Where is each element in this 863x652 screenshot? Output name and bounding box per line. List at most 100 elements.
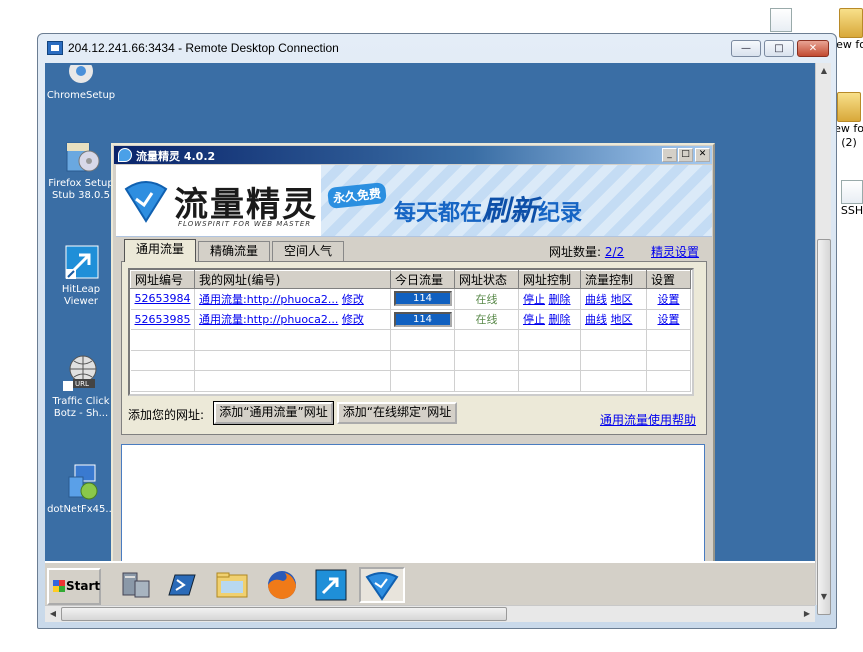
rdp-restore-button[interactable]: □ bbox=[764, 40, 794, 57]
url-id-link[interactable]: 52653984 bbox=[135, 292, 191, 305]
url-count: 网址数量: 2/2 bbox=[549, 243, 624, 260]
horizontal-scrollbar[interactable]: ◀ ▶ bbox=[45, 605, 815, 622]
desktop-icon-hitleap-viewer[interactable]: HitLeap Viewer bbox=[45, 241, 117, 308]
app-banner: 流量精灵 FLOWSPIRIT FOR WEB MASTER 永久免费 每天都在… bbox=[116, 165, 712, 237]
col-header-url[interactable]: 我的网址(编号) bbox=[194, 270, 391, 289]
taskbar-explorer[interactable] bbox=[209, 567, 255, 603]
taskbar-server-manager[interactable] bbox=[113, 567, 159, 603]
installer-computer-icon bbox=[61, 461, 101, 501]
banner-slogan-part-b: 纪录 bbox=[538, 201, 583, 226]
firefox-icon bbox=[268, 571, 296, 599]
app-title: 流量精灵 4.0.2 bbox=[136, 150, 216, 163]
curve-link[interactable]: 曲线 bbox=[585, 313, 607, 326]
host-desktop-icon-ssh[interactable]: SSH bbox=[840, 180, 863, 217]
col-header-url-control[interactable]: 网址控制 bbox=[518, 270, 581, 289]
help-link[interactable]: 通用流量使用帮助 bbox=[600, 411, 696, 428]
table-row-empty bbox=[130, 329, 691, 351]
folder-explorer-icon bbox=[216, 572, 248, 598]
tab-space-popularity[interactable]: 空间人气 bbox=[272, 241, 344, 261]
tab-general-traffic[interactable]: 通用流量 bbox=[124, 239, 196, 262]
taskbar-firefox[interactable] bbox=[259, 567, 305, 603]
edit-link[interactable]: 修改 bbox=[342, 293, 364, 306]
desktop-icon-firefox-setup[interactable]: Firefox Setup Stub 38.0.5 bbox=[45, 135, 117, 202]
rdp-close-button[interactable]: ✕ bbox=[797, 40, 829, 57]
today-traffic-bar: 114 bbox=[393, 311, 452, 327]
table-row[interactable]: 52653985 通用流量:http://phuoca2... 修改 114 在… bbox=[130, 309, 691, 330]
col-header-settings[interactable]: 设置 bbox=[646, 270, 691, 289]
flowspirit-logo-icon bbox=[365, 572, 399, 601]
app-minimize-button[interactable]: _ bbox=[662, 148, 677, 162]
stop-link[interactable]: 停止 bbox=[523, 313, 545, 326]
host-desktop-icon-folder-2[interactable]: ew fo (2) bbox=[834, 92, 863, 150]
taskbar-flowspirit[interactable] bbox=[359, 567, 405, 603]
taskbar-hitleap[interactable] bbox=[309, 567, 355, 603]
desktop-icon-traffic-click-botz[interactable]: URL Traffic Click Botz - Sh... bbox=[45, 353, 117, 420]
col-header-id[interactable]: 网址编号 bbox=[130, 270, 195, 289]
taskbar-powershell[interactable] bbox=[159, 567, 205, 603]
server-manager-icon bbox=[122, 572, 150, 598]
curve-link[interactable]: 曲线 bbox=[585, 293, 607, 306]
desktop-icon-chromesetup[interactable]: ChromeSetup bbox=[45, 63, 117, 102]
row-settings-link[interactable]: 设置 bbox=[658, 313, 680, 326]
url-id-link[interactable]: 52653985 bbox=[135, 313, 191, 326]
row-settings-link[interactable]: 设置 bbox=[658, 293, 680, 306]
scroll-up-arrow-icon[interactable]: ▲ bbox=[816, 63, 832, 79]
host-desktop-icon-folder-1[interactable]: ew fo bbox=[836, 8, 863, 51]
general-traffic-panel: 网址编号 我的网址(编号) 今日流量 网址状态 网址控制 流量控制 设置 526… bbox=[121, 261, 707, 435]
url-link[interactable]: 通用流量:http://phuoca2... bbox=[199, 293, 338, 306]
url-link[interactable]: 通用流量:http://phuoca2... bbox=[199, 313, 338, 326]
stop-link[interactable]: 停止 bbox=[523, 293, 545, 306]
col-header-flow-control[interactable]: 流量控制 bbox=[580, 270, 647, 289]
add-general-url-button[interactable]: 添加“通用流量”网址 bbox=[213, 401, 334, 425]
powershell-icon bbox=[168, 574, 196, 596]
start-button[interactable]: Start bbox=[47, 568, 101, 605]
region-link[interactable]: 地区 bbox=[611, 293, 633, 306]
desktop-icon-label: HitLeap Viewer bbox=[61, 284, 101, 307]
vertical-scroll-thumb[interactable] bbox=[817, 239, 831, 615]
url-count-link[interactable]: 2/2 bbox=[605, 245, 624, 259]
delete-link[interactable]: 删除 bbox=[549, 313, 571, 326]
banner-slogan-part-a: 每天都在 bbox=[394, 201, 483, 226]
horizontal-scroll-thumb[interactable] bbox=[61, 607, 507, 621]
host-desktop-icon-document[interactable] bbox=[768, 8, 794, 32]
document-icon bbox=[770, 8, 792, 32]
scroll-down-arrow-icon[interactable]: ▼ bbox=[816, 589, 832, 605]
url-count-label: 网址数量: bbox=[549, 245, 602, 259]
desktop-icon-label: Firefox Setup Stub 38.0.5 bbox=[48, 178, 114, 201]
scroll-right-arrow-icon[interactable]: ▶ bbox=[799, 606, 815, 622]
app-maximize-button[interactable]: □ bbox=[678, 148, 693, 162]
flowspirit-logo-icon bbox=[122, 175, 170, 225]
add-url-label: 添加您的网址: bbox=[128, 408, 205, 422]
scroll-left-arrow-icon[interactable]: ◀ bbox=[45, 606, 61, 622]
edit-link[interactable]: 修改 bbox=[342, 313, 364, 326]
status-text: 在线 bbox=[475, 292, 498, 306]
host-icon-label: ew fo (2) bbox=[834, 122, 863, 149]
col-header-today[interactable]: 今日流量 bbox=[390, 270, 455, 289]
rdp-minimize-button[interactable]: — bbox=[731, 40, 761, 57]
table-row-empty bbox=[130, 370, 691, 392]
rdp-titlebar[interactable]: 204.12.241.66:3434 - Remote Desktop Conn… bbox=[38, 34, 836, 62]
add-online-url-button[interactable]: 添加“在线绑定”网址 bbox=[337, 402, 457, 424]
region-link[interactable]: 地区 bbox=[611, 313, 633, 326]
log-area[interactable] bbox=[121, 444, 705, 563]
tab-precise-traffic[interactable]: 精确流量 bbox=[198, 241, 270, 261]
start-label: Start bbox=[66, 579, 101, 593]
app-close-button[interactable]: ✕ bbox=[695, 148, 710, 162]
col-header-status[interactable]: 网址状态 bbox=[454, 270, 519, 289]
app-titlebar[interactable]: 流量精灵 4.0.2 _ □ ✕ bbox=[114, 146, 712, 164]
rdp-app-icon bbox=[47, 41, 63, 55]
host-icon-label: ew fo bbox=[836, 38, 863, 51]
banner-product-name: 流量精灵 bbox=[174, 185, 318, 225]
url-table: 网址编号 我的网址(编号) 今日流量 网址状态 网址控制 流量控制 设置 526… bbox=[128, 268, 694, 396]
delete-link[interactable]: 删除 bbox=[549, 293, 571, 306]
folder-icon bbox=[839, 8, 863, 38]
desktop-icon-dotnetfx45[interactable]: dotNetFx45... bbox=[45, 461, 117, 516]
flowspirit-window: 流量精灵 4.0.2 _ □ ✕ 流量精灵 FLOWSPIRIT FOR WEB… bbox=[111, 143, 715, 570]
spirit-settings-link[interactable]: 精灵设置 bbox=[651, 243, 699, 260]
vertical-scrollbar[interactable]: ▲ ▼ bbox=[815, 63, 832, 615]
folder-icon bbox=[837, 92, 861, 122]
table-row[interactable]: 52653984 通用流量:http://phuoca2... 修改 114 在… bbox=[130, 288, 691, 310]
rdp-title: 204.12.241.66:3434 - Remote Desktop Conn… bbox=[68, 41, 339, 55]
chrome-installer-icon bbox=[61, 63, 101, 87]
banner-subtitle: FLOWSPIRIT FOR WEB MASTER bbox=[178, 220, 312, 228]
